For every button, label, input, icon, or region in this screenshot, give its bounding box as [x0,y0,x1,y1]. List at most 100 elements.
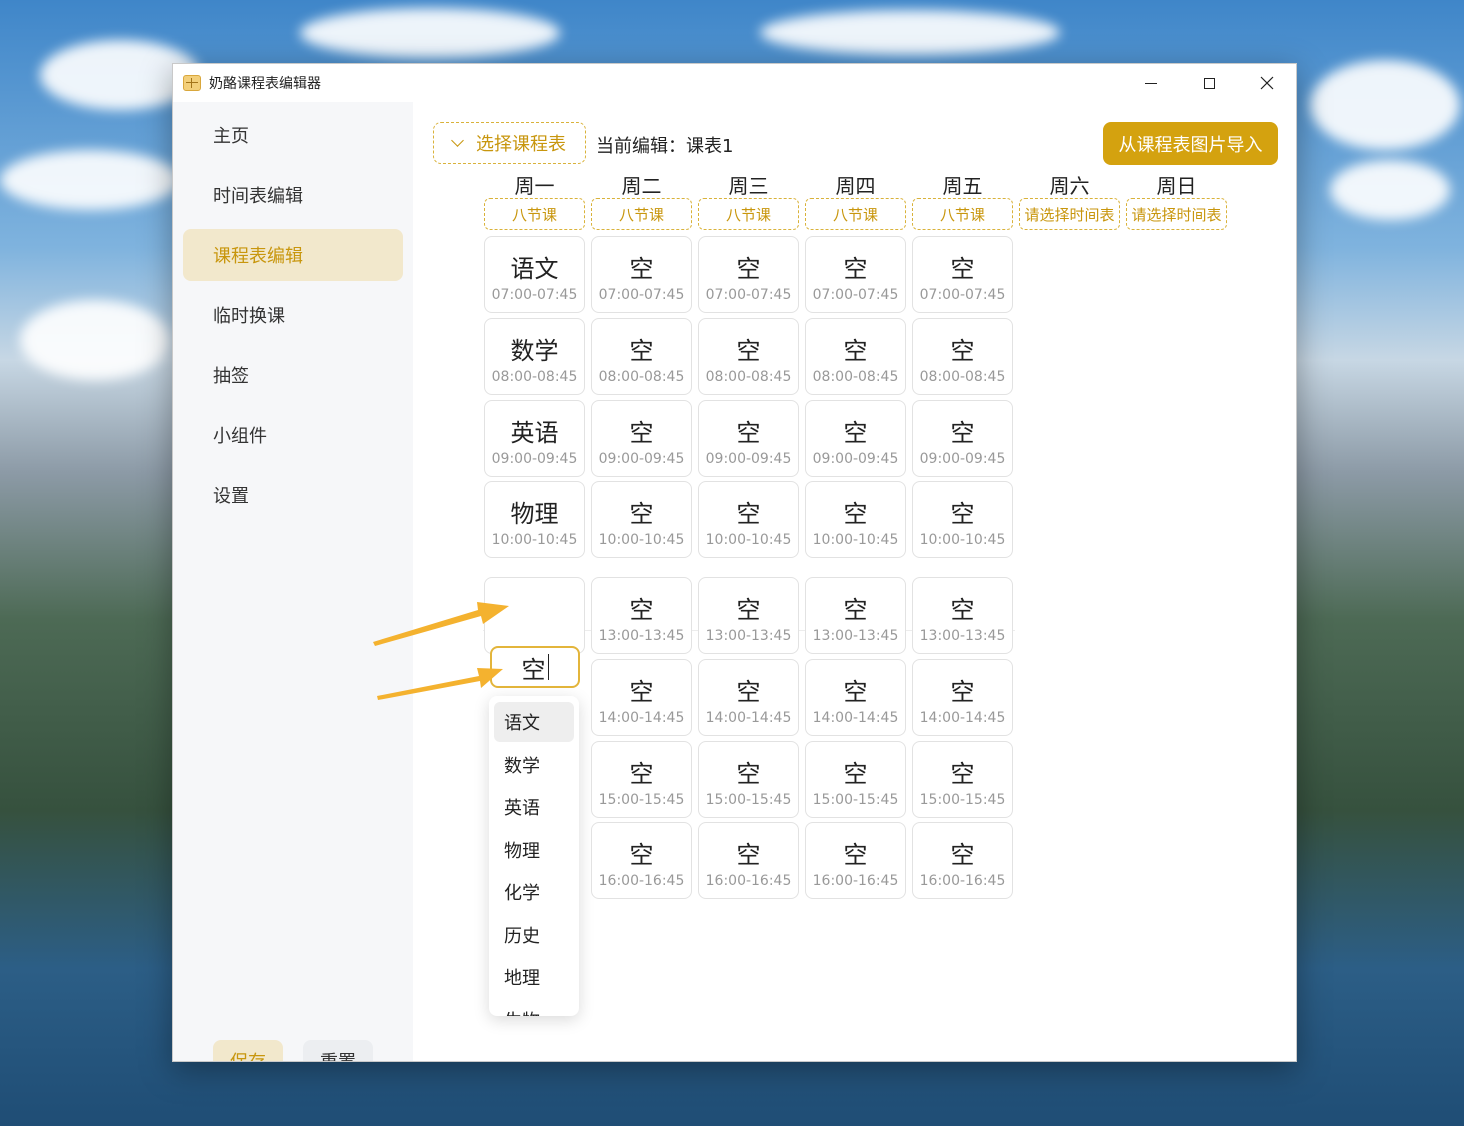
cell-time: 13:00-13:45 [705,628,792,644]
schedule-cell[interactable]: 英语 09:00-09:45 [484,400,585,477]
schedule-cell[interactable]: 空 07:00-07:45 [912,236,1013,313]
schedule-cell[interactable]: 空 15:00-15:45 [698,741,799,818]
sidebar-item-settings[interactable]: 设置 [183,469,403,521]
schedule-cell[interactable]: 物理 10:00-10:45 [484,481,585,558]
day-timetable-selector[interactable]: 八节课 [912,198,1013,230]
maximize-button[interactable] [1180,64,1238,102]
sidebar-item-home[interactable]: 主页 [183,109,403,161]
schedule-cell[interactable]: 空 14:00-14:45 [805,659,906,736]
dropdown-option[interactable]: 生物 [494,1000,574,1017]
cell-edit-input[interactable]: 空 [490,646,580,688]
sidebar-item-label: 抽签 [213,366,249,387]
dropdown-option[interactable]: 语文 [494,702,574,742]
close-button[interactable] [1238,64,1296,102]
sidebar-item-label: 时间表编辑 [213,186,303,207]
schedule-cell[interactable]: 空 16:00-16:45 [912,822,1013,899]
schedule-cell[interactable]: 空 14:00-14:45 [698,659,799,736]
schedule-cell[interactable]: 空 09:00-09:45 [698,400,799,477]
schedule-cell[interactable]: 语文 07:00-07:45 [484,236,585,313]
cell-time: 14:00-14:45 [812,710,899,726]
schedule-cell[interactable]: 数学 08:00-08:45 [484,318,585,395]
schedule-cell[interactable]: 空 13:00-13:45 [912,577,1013,654]
cell-subject: 空 [843,760,868,788]
save-button[interactable]: 保存 [213,1040,283,1061]
cell-time: 10:00-10:45 [705,532,792,548]
schedule-editor: 选择课程表 当前编辑：课表1 从课程表图片导入 空 语文 数学 英语 物理 化学 历史 地理… [413,102,1296,1061]
schedule-cell[interactable]: 空 08:00-08:45 [591,318,692,395]
dropdown-option[interactable]: 地理 [494,957,574,997]
day-timetable-selector[interactable]: 八节课 [698,198,799,230]
schedule-cell-editing[interactable] [484,577,585,654]
cell-subject: 语文 [510,255,559,283]
cell-subject: 空 [843,500,868,528]
import-from-image-button[interactable]: 从课程表图片导入 [1103,122,1278,165]
day-timetable-selector[interactable]: 八节课 [591,198,692,230]
schedule-cell[interactable]: 空 09:00-09:45 [591,400,692,477]
schedule-cell[interactable]: 空 08:00-08:45 [912,318,1013,395]
day-timetable-selector[interactable]: 八节课 [805,198,906,230]
schedule-cell[interactable]: 空 15:00-15:45 [591,741,692,818]
dropdown-option[interactable]: 化学 [494,872,574,912]
cell-time: 09:00-09:45 [812,451,899,467]
cell-subject: 数学 [510,337,559,365]
schedule-cell[interactable]: 空 14:00-14:45 [591,659,692,736]
schedule-cell[interactable]: 空 16:00-16:45 [591,822,692,899]
cell-subject: 空 [629,419,654,447]
schedule-cell[interactable]: 空 10:00-10:45 [698,481,799,558]
sidebar-item-label: 设置 [213,486,249,507]
cell-time: 16:00-16:45 [598,873,685,889]
schedule-cell[interactable]: 空 07:00-07:45 [698,236,799,313]
reset-button[interactable]: 重置 [303,1040,373,1061]
day-timetable-selector[interactable]: 八节课 [484,198,585,230]
schedule-cell[interactable]: 空 14:00-14:45 [912,659,1013,736]
dropdown-option[interactable]: 物理 [494,830,574,870]
cell-time: 13:00-13:45 [919,628,1006,644]
schedule-cell[interactable]: 空 09:00-09:45 [912,400,1013,477]
schedule-cell[interactable]: 空 16:00-16:45 [805,822,906,899]
sidebar-item-draw-lots[interactable]: 抽签 [183,349,403,401]
cell-subject: 空 [736,337,761,365]
day-timetable-selector[interactable]: 请选择时间表 [1019,198,1120,230]
cell-subject: 英语 [510,419,559,447]
schedule-cell[interactable]: 空 15:00-15:45 [912,741,1013,818]
schedule-cell[interactable]: 空 09:00-09:45 [805,400,906,477]
dropdown-option[interactable]: 历史 [494,915,574,955]
cell-time: 09:00-09:45 [598,451,685,467]
schedule-cell[interactable]: 空 08:00-08:45 [805,318,906,395]
cell-subject: 空 [736,500,761,528]
schedule-cell[interactable]: 空 10:00-10:45 [591,481,692,558]
title-bar[interactable]: 奶酪课程表编辑器 [173,64,1296,102]
sidebar-item-timetable-edit[interactable]: 时间表编辑 [183,169,403,221]
cell-subject: 空 [950,760,975,788]
sidebar-item-schedule-edit[interactable]: 课程表编辑 [183,229,403,281]
schedule-cell[interactable]: 空 13:00-13:45 [591,577,692,654]
app-window: 奶酪课程表编辑器 主页 时间表编辑 课程表编辑 临时换课 抽签 小组件 设置 保… [172,63,1297,1062]
schedule-cell[interactable]: 空 08:00-08:45 [698,318,799,395]
sidebar-item-label: 小组件 [213,426,267,447]
sidebar-item-widgets[interactable]: 小组件 [183,409,403,461]
dropdown-option[interactable]: 英语 [494,787,574,827]
maximize-icon [1203,77,1215,89]
sidebar-item-temp-swap[interactable]: 临时换课 [183,289,403,341]
cell-time: 10:00-10:45 [919,532,1006,548]
day-timetable-selector[interactable]: 请选择时间表 [1126,198,1227,230]
schedule-cell[interactable]: 空 07:00-07:45 [805,236,906,313]
schedule-cell[interactable]: 空 13:00-13:45 [698,577,799,654]
cell-subject: 空 [950,255,975,283]
dropdown-option[interactable]: 数学 [494,745,574,785]
schedule-cell[interactable]: 空 16:00-16:45 [698,822,799,899]
cell-subject: 空 [950,337,975,365]
select-schedule-button[interactable]: 选择课程表 [433,122,586,164]
minimize-button[interactable] [1122,64,1180,102]
cell-time: 08:00-08:45 [812,369,899,385]
schedule-cell[interactable]: 空 13:00-13:45 [805,577,906,654]
cell-time: 15:00-15:45 [598,792,685,808]
schedule-cell[interactable]: 空 15:00-15:45 [805,741,906,818]
sidebar-item-label: 临时换课 [213,306,285,327]
schedule-cell[interactable]: 空 10:00-10:45 [912,481,1013,558]
cell-time: 16:00-16:45 [705,873,792,889]
cell-subject: 空 [950,678,975,706]
subject-dropdown[interactable]: 语文数学英语物理化学历史地理生物 [489,696,579,1016]
schedule-cell[interactable]: 空 07:00-07:45 [591,236,692,313]
schedule-cell[interactable]: 空 10:00-10:45 [805,481,906,558]
